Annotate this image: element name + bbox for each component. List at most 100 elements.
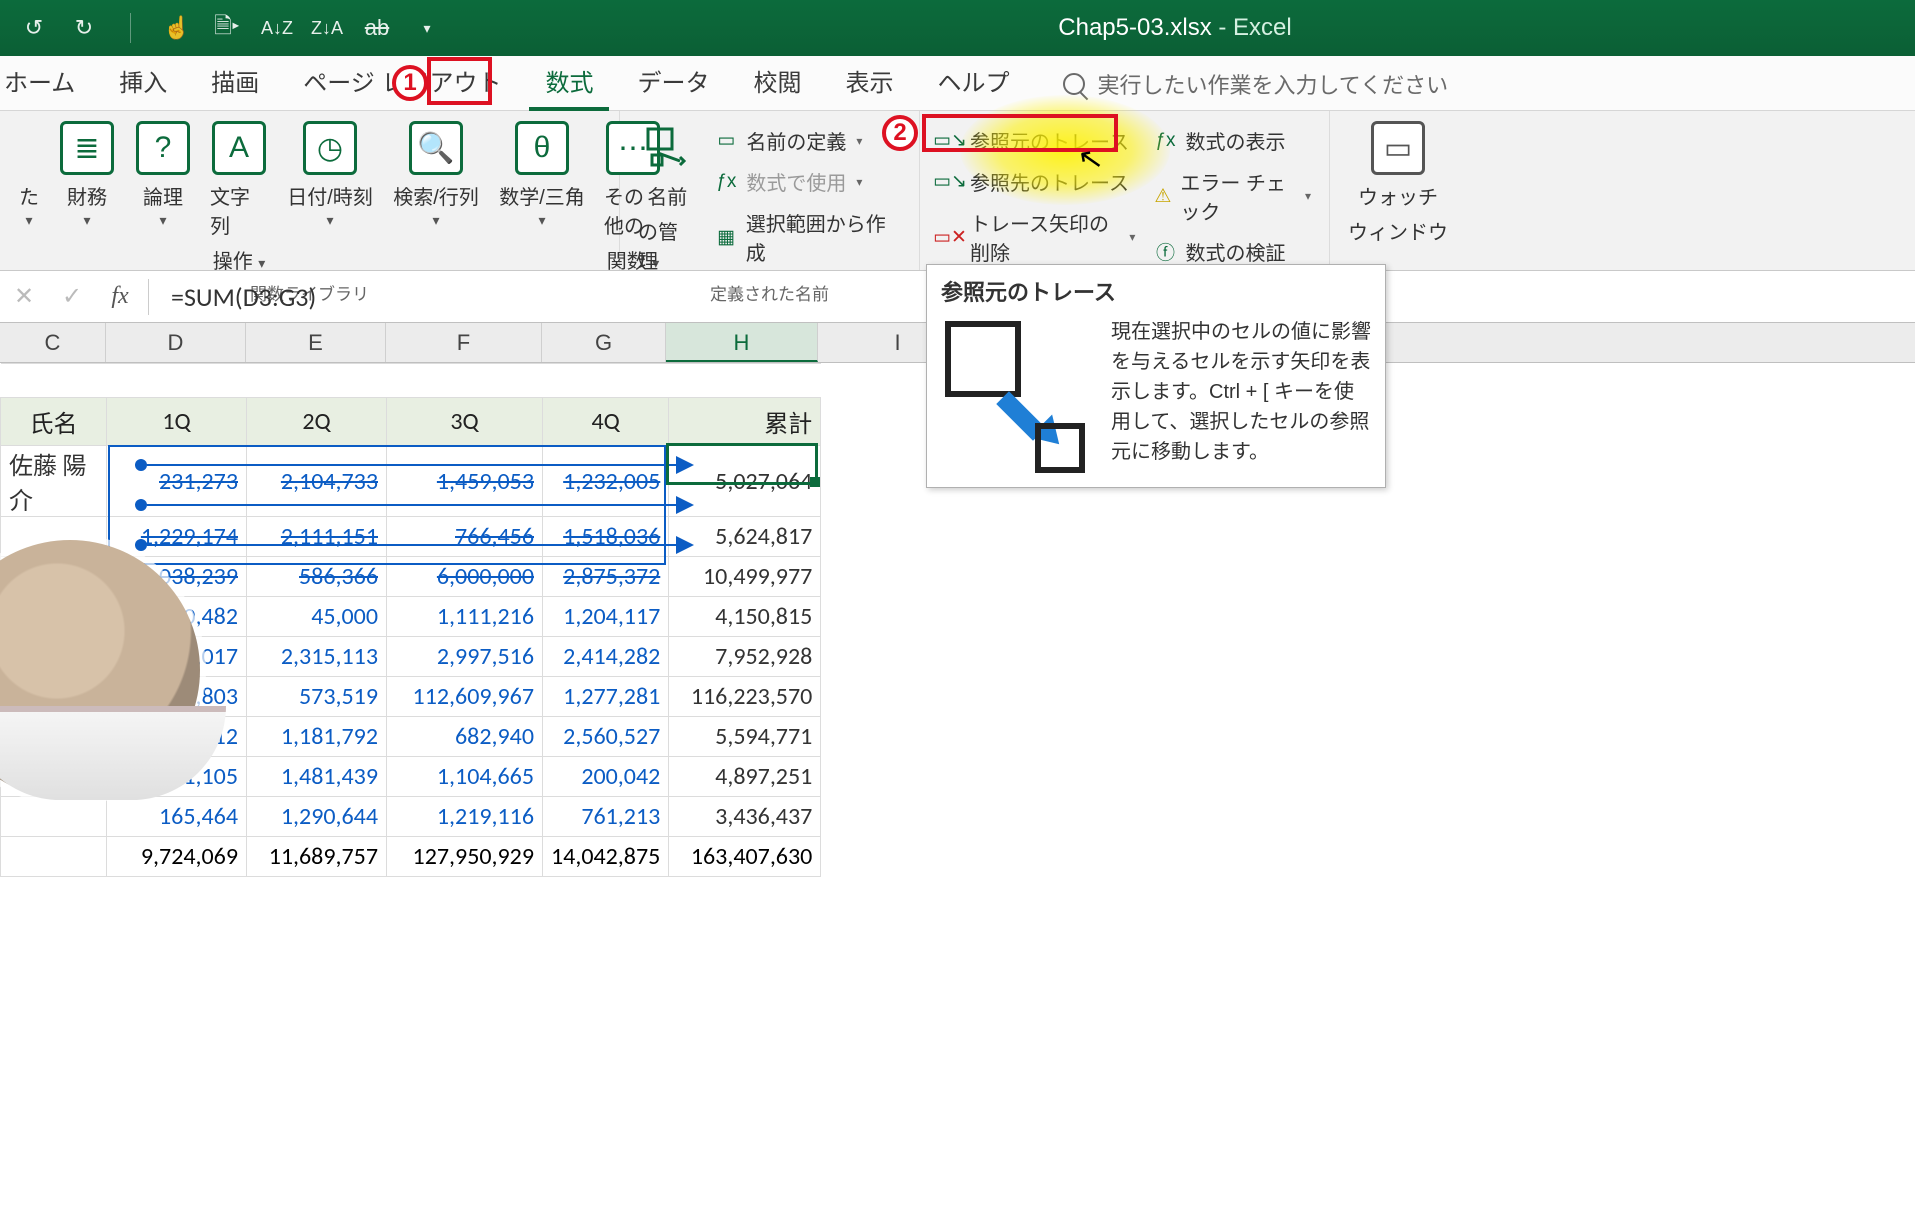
- cell-total[interactable]: 7,952,928: [669, 637, 821, 677]
- col-header-D[interactable]: D: [106, 323, 246, 362]
- cell-q4[interactable]: 1,518,036: [543, 517, 669, 557]
- cell-total[interactable]: 10,499,977: [669, 557, 821, 597]
- cell-q3[interactable]: 112,609,967: [387, 677, 543, 717]
- cell-q4[interactable]: 1,277,281: [543, 677, 669, 717]
- cell-q4[interactable]: 2,875,372: [543, 557, 669, 597]
- btn-trace-dependents[interactable]: ▭↘参照先のトレース: [932, 162, 1141, 201]
- tell-me-search[interactable]: 実行したい作業を入力してください: [1063, 68, 1448, 110]
- title-bar: ↺ ↻ ☝ 🗎▸ A↓Z Z↓A ab ▾ Chap5-03.xlsx - Ex…: [0, 0, 1915, 56]
- formula-cancel-button[interactable]: ✕: [0, 282, 48, 311]
- sort-asc-icon[interactable]: A↓Z: [263, 14, 291, 42]
- tab-draw[interactable]: 描画: [189, 51, 281, 110]
- formula-enter-button[interactable]: ✓: [48, 282, 96, 311]
- ribbon-body: た▾ ≣ 財務▾ ? 論理▾ A 文字列 操作 ▾ ◷ 日付/時刻▾ 🔍 検索/…: [0, 111, 1915, 271]
- btn-date-time[interactable]: ◷ 日付/時刻▾: [280, 117, 380, 229]
- cell-q2[interactable]: 2,111,151: [247, 517, 387, 557]
- cell-q4[interactable]: 2,560,527: [543, 717, 669, 757]
- chevron-down-icon: ▾: [258, 255, 265, 271]
- cell-q3[interactable]: 682,940: [387, 717, 543, 757]
- col-header-C[interactable]: C: [0, 323, 106, 362]
- cell-q3[interactable]: 127,950,929: [387, 837, 543, 877]
- cell-total[interactable]: 4,897,251: [669, 757, 821, 797]
- app-name: Excel: [1233, 14, 1292, 41]
- tab-home[interactable]: ホーム: [0, 51, 97, 110]
- cell-q4[interactable]: 1,204,117: [543, 597, 669, 637]
- cell-total[interactable]: 163,407,630: [669, 837, 821, 877]
- cell-q4[interactable]: 761,213: [543, 797, 669, 837]
- btn-show-formulas[interactable]: ƒx数式の表示: [1147, 121, 1317, 160]
- cell-q1[interactable]: 9,724,069: [107, 837, 247, 877]
- tab-insert[interactable]: 挿入: [97, 51, 189, 110]
- tab-review[interactable]: 校閲: [731, 51, 823, 110]
- undo-icon[interactable]: ↺: [20, 14, 48, 42]
- cell-q2[interactable]: 1,181,792: [247, 717, 387, 757]
- remove-arrows-icon: ▭✕: [938, 225, 962, 249]
- cell-total[interactable]: 5,594,771: [669, 717, 821, 757]
- cell-q2[interactable]: 45,000: [247, 597, 387, 637]
- table-row: 1,229,1742,111,151766,4561,518,0365,624,…: [1, 517, 821, 557]
- trace-dot: [135, 539, 147, 551]
- btn-create-from-selection[interactable]: ▦選択範囲から作成: [708, 203, 907, 271]
- trace-arrow-icon: [676, 536, 694, 554]
- cell-name[interactable]: [1, 797, 107, 837]
- touch-mode-icon[interactable]: ☝: [163, 14, 191, 42]
- btn-text[interactable]: A 文字列 操作 ▾: [204, 117, 274, 274]
- cell-total[interactable]: 3,436,437: [669, 797, 821, 837]
- trace-line: [147, 544, 677, 546]
- btn-name-manager[interactable]: 名前 の管理: [632, 117, 702, 274]
- btn-remove-arrows[interactable]: ▭✕トレース矢印の削除▾: [932, 203, 1141, 271]
- btn-math-trig[interactable]: θ 数学/三角▾: [492, 117, 592, 229]
- cell-q2[interactable]: 586,366: [247, 557, 387, 597]
- cell-q4[interactable]: 200,042: [543, 757, 669, 797]
- callout-marker-1: 1: [392, 65, 428, 101]
- show-formulas-icon: ƒx: [1153, 129, 1177, 153]
- cell-q4[interactable]: 2,414,282: [543, 637, 669, 677]
- btn-watch-window[interactable]: ▭ ウォッチ ウィンドウ: [1342, 117, 1454, 245]
- cell-q2[interactable]: 573,519: [247, 677, 387, 717]
- tab-help[interactable]: ヘルプ: [915, 51, 1031, 110]
- btn-define-name[interactable]: ▭名前の定義▾: [708, 121, 907, 160]
- tab-formulas[interactable]: 数式: [523, 51, 615, 110]
- cell-q3[interactable]: 6,000,000: [387, 557, 543, 597]
- col-header-E[interactable]: E: [246, 323, 386, 362]
- tab-view[interactable]: 表示: [823, 51, 915, 110]
- cell-q3[interactable]: 766,456: [387, 517, 543, 557]
- tab-data[interactable]: データ: [615, 51, 731, 110]
- col-header-H[interactable]: H: [666, 323, 818, 362]
- cell-q2[interactable]: 1,290,644: [247, 797, 387, 837]
- cell-q4[interactable]: 14,042,875: [543, 837, 669, 877]
- cell-total[interactable]: 116,223,570: [669, 677, 821, 717]
- cell-total[interactable]: 4,150,815: [669, 597, 821, 637]
- qat-customize-icon[interactable]: ▾: [413, 14, 441, 42]
- btn-recently-used[interactable]: た▾: [12, 117, 46, 229]
- quick-print-icon[interactable]: 🗎▸: [213, 14, 241, 42]
- btn-trace-precedents[interactable]: ▭↘参照元のトレース: [932, 121, 1141, 160]
- strikethrough-icon[interactable]: ab: [363, 14, 391, 42]
- cell-q2[interactable]: 1,481,439: [247, 757, 387, 797]
- col-header-F[interactable]: F: [386, 323, 542, 362]
- cell-q3[interactable]: 1,111,216: [387, 597, 543, 637]
- chevron-down-icon: ▾: [83, 212, 90, 229]
- cell-name[interactable]: [1, 837, 107, 877]
- insert-function-button[interactable]: fx: [96, 283, 144, 310]
- cell-q3[interactable]: 1,104,665: [387, 757, 543, 797]
- cell-q1[interactable]: 1,229,174: [107, 517, 247, 557]
- cell-q3[interactable]: 2,997,516: [387, 637, 543, 677]
- col-header-G[interactable]: G: [542, 323, 666, 362]
- btn-error-checking[interactable]: ⚠エラー チェック▾: [1147, 162, 1317, 230]
- btn-logical[interactable]: ? 論理▾: [128, 117, 198, 229]
- chevron-down-icon: ▾: [432, 212, 439, 229]
- trace-line: [147, 464, 677, 466]
- cell-q2[interactable]: 2,315,113: [247, 637, 387, 677]
- cell-name[interactable]: 佐藤 陽介: [1, 446, 107, 517]
- group-watch-window: ▭ ウォッチ ウィンドウ: [1330, 111, 1466, 270]
- sort-desc-icon[interactable]: Z↓A: [313, 14, 341, 42]
- hdr-q1: 1Q: [107, 398, 247, 446]
- cell-q2[interactable]: 11,689,757: [247, 837, 387, 877]
- create-from-selection-icon: ▦: [714, 225, 737, 249]
- cell-q3[interactable]: 1,219,116: [387, 797, 543, 837]
- redo-icon[interactable]: ↻: [70, 14, 98, 42]
- btn-financial[interactable]: ≣ 財務▾: [52, 117, 122, 229]
- cell-q1[interactable]: 165,464: [107, 797, 247, 837]
- btn-lookup[interactable]: 🔍 検索/行列▾: [386, 117, 486, 229]
